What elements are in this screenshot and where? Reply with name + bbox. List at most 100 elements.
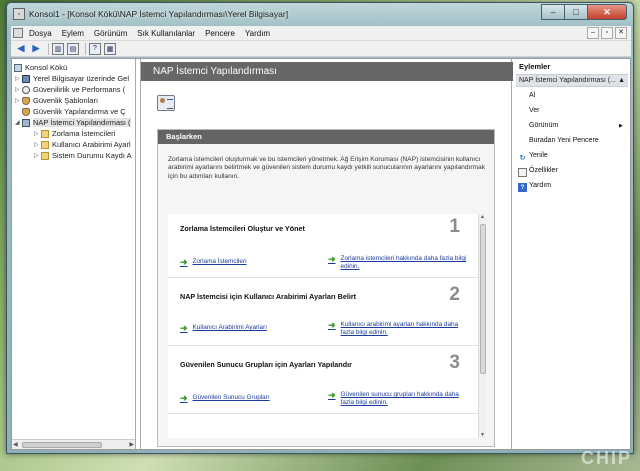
expand-icon[interactable]: ▷ (15, 75, 21, 82)
menu-pencere[interactable]: Pencere (205, 29, 235, 38)
console-tree: Konsol Kökü ▷ Yerel Bilgisayar üzerinde … (12, 59, 136, 449)
step-number: 3 (449, 352, 460, 373)
scroll-up-icon[interactable]: ▲ (480, 214, 485, 220)
console-menu-icon[interactable] (13, 28, 23, 38)
action-ozellikler[interactable]: Özellikler (529, 167, 558, 174)
tree-item-nap-istemci[interactable]: ◢ NAP İstemci Yapılandırması ( (15, 117, 131, 128)
action-yenile[interactable]: Yenile (529, 152, 548, 159)
steps-list: Zorlama İstemcileri Oluştur ve Yönet 1 ➜… (168, 214, 486, 438)
action-gorunum[interactable]: Görünüm ▶ (529, 122, 627, 129)
child-restore-button[interactable]: ▫ (601, 27, 613, 39)
step-card: Zorlama İstemcileri Oluştur ve Yönet 1 ➜… (168, 214, 478, 278)
show-hide-tree-icon[interactable]: ▥ (52, 42, 64, 55)
steps-vertical-scrollbar[interactable]: ▲ ▼ (478, 214, 486, 438)
menu-dosya[interactable]: Dosya (29, 29, 52, 38)
tree-horizontal-scrollbar[interactable]: ◀ ▶ (12, 439, 135, 449)
action-yardim[interactable]: Yardım (529, 182, 551, 189)
tree-item-guvenlik-sablonlari[interactable]: ▷ Güvenlik Şablonları (15, 95, 98, 106)
console-content: Konsol Kökü ▷ Yerel Bilgisayar üzerinde … (11, 58, 631, 450)
green-arrow-icon: ➜ (180, 393, 188, 403)
console-tree-icon[interactable]: ▤ (67, 42, 79, 55)
expand-icon[interactable]: ▷ (15, 86, 21, 93)
back-icon[interactable]: ◀ (15, 43, 27, 55)
folder-icon (41, 129, 49, 138)
green-arrow-icon: ➜ (328, 390, 336, 400)
tree-item-guvenlik-yapilandirma[interactable]: Güvenlik Yapılandırma ve Ç (22, 106, 126, 117)
menu-yardim[interactable]: Yardım (245, 29, 270, 38)
actions-title: Eylemler (519, 62, 551, 71)
step-title: NAP İstemcisi için Kullanıcı Arabirimi A… (180, 292, 357, 301)
scrollbar-thumb[interactable] (480, 224, 486, 374)
tree-item-zorlama-istemcileri[interactable]: ▷ Zorlama İstemcileri (34, 128, 115, 139)
folder-icon (41, 140, 49, 149)
toolbar: ◀ ▶ ▥ ▤ ? ▦ (11, 41, 631, 57)
menu-eylem[interactable]: Eylem (62, 29, 84, 38)
step-link-zorlama-istemcileri[interactable]: ➜ Zorlama İstemcileri (180, 258, 323, 267)
tree-item-yerel-bilgisayar[interactable]: ▷ Yerel Bilgisayar üzerinde Gel (15, 73, 129, 84)
help-icon: ? (518, 183, 527, 192)
expand-icon[interactable]: ▷ (34, 141, 40, 148)
child-close-button[interactable]: ✕ (615, 27, 627, 39)
gauge-icon (22, 85, 30, 94)
tree-item-guvenilirlik[interactable]: ▷ Güvenilirlik ve Performans ( (15, 84, 125, 95)
toolbar-separator (85, 42, 86, 55)
getting-started-title: Başlarken (158, 130, 494, 144)
step-card: NAP İstemcisi için Kullanıcı Arabirimi A… (168, 282, 478, 346)
page-title: NAP İstemci Yapılandırması (141, 62, 513, 81)
chip-watermark: CHIP (580, 448, 632, 468)
scrollbar-thumb[interactable] (22, 442, 102, 448)
nap-icon (22, 118, 30, 127)
title-bar[interactable]: ▫ Konsol1 - [Konsol Kökü\NAP İstemci Yap… (7, 3, 633, 25)
window-title: Konsol1 - [Konsol Kökü\NAP İstemci Yapıl… (29, 9, 289, 19)
properties-icon (518, 168, 527, 177)
expand-icon[interactable]: ▷ (15, 97, 21, 104)
step-link-more-info[interactable]: ➜ Zorlama istemcileri hakkında daha fazl… (328, 255, 471, 271)
step-card: Güvenilen Sunucu Grupları için Ayarları … (168, 350, 478, 414)
expand-icon[interactable]: ▷ (34, 152, 40, 159)
scroll-right-icon[interactable]: ▶ (129, 441, 134, 448)
shield-icon (22, 96, 30, 105)
step-link-more-info[interactable]: ➜ Kullanıcı arabirimi ayarları hakkında … (328, 321, 471, 337)
action-pane-icon[interactable]: ▦ (104, 42, 116, 55)
help-icon[interactable]: ? (89, 42, 101, 55)
mmc-window: ▫ Konsol1 - [Konsol Kökü\NAP İstemci Yap… (6, 2, 634, 454)
minimize-button[interactable]: – (541, 4, 565, 20)
actions-pane: Eylemler NAP İstemci Yapılandırması (...… (515, 59, 630, 449)
green-arrow-icon: ➜ (328, 254, 336, 264)
menu-bar: Dosya Eylem Görünüm Sık Kullanılanlar Pe… (11, 26, 631, 41)
tree-item-konsol-koku[interactable]: Konsol Kökü (14, 62, 67, 73)
actions-section-header[interactable]: NAP İstemci Yapılandırması (... ▲ (516, 74, 628, 87)
action-ver[interactable]: Ver (529, 107, 540, 114)
close-button[interactable]: ✕ (587, 4, 627, 20)
computer-icon (22, 74, 30, 83)
step-link-kullanici-arabirimi[interactable]: ➜ Kullanıcı Arabirimi Ayarları (180, 324, 323, 333)
menu-gorunum[interactable]: Görünüm (94, 29, 127, 38)
child-minimize-button[interactable]: – (587, 27, 599, 39)
step-number: 2 (449, 284, 460, 305)
collapse-icon[interactable]: ◢ (15, 119, 21, 126)
menu-sik-kullanilanlar[interactable]: Sık Kullanılanlar (137, 29, 195, 38)
step-title: Güvenilen Sunucu Grupları için Ayarları … (180, 360, 352, 369)
getting-started-description: Zorlama istemcileri oluşturmak ve bu ist… (168, 156, 486, 180)
toolbar-separator (48, 42, 49, 55)
step-number: 1 (449, 216, 460, 237)
collapse-caret-icon[interactable]: ▲ (618, 75, 625, 86)
result-pane: NAP İstemci Yapılandırması Başlarken Zor… (140, 59, 513, 449)
scroll-down-icon[interactable]: ▼ (480, 432, 485, 438)
forward-icon[interactable]: ▶ (30, 43, 42, 55)
shield-icon (22, 107, 30, 116)
scroll-left-icon[interactable]: ◀ (13, 441, 18, 448)
nap-client-config-icon (157, 95, 175, 111)
folder-icon (41, 151, 49, 160)
tree-item-sistem-durumu[interactable]: ▷ Sistem Durumu Kaydı A (34, 150, 132, 161)
step-link-more-info[interactable]: ➜ Güvenilen sunucu grupları hakkında dah… (328, 391, 471, 407)
expand-icon[interactable]: ▷ (34, 130, 40, 137)
maximize-button[interactable]: □ (564, 4, 588, 20)
step-link-guvenilen-sunucu[interactable]: ➜ Güvenilen Sunucu Grupları (180, 393, 323, 403)
action-al[interactable]: Al (529, 92, 535, 99)
action-yeni-pencere[interactable]: Buradan Yeni Pencere (529, 137, 599, 144)
getting-started-panel: Başlarken Zorlama istemcileri oluşturmak… (157, 129, 495, 447)
tree-item-kullanici-arabirimi[interactable]: ▷ Kullanıcı Arabirimi Ayarl (34, 139, 131, 150)
app-icon[interactable]: ▫ (13, 8, 25, 20)
refresh-icon: ↻ (519, 154, 526, 162)
